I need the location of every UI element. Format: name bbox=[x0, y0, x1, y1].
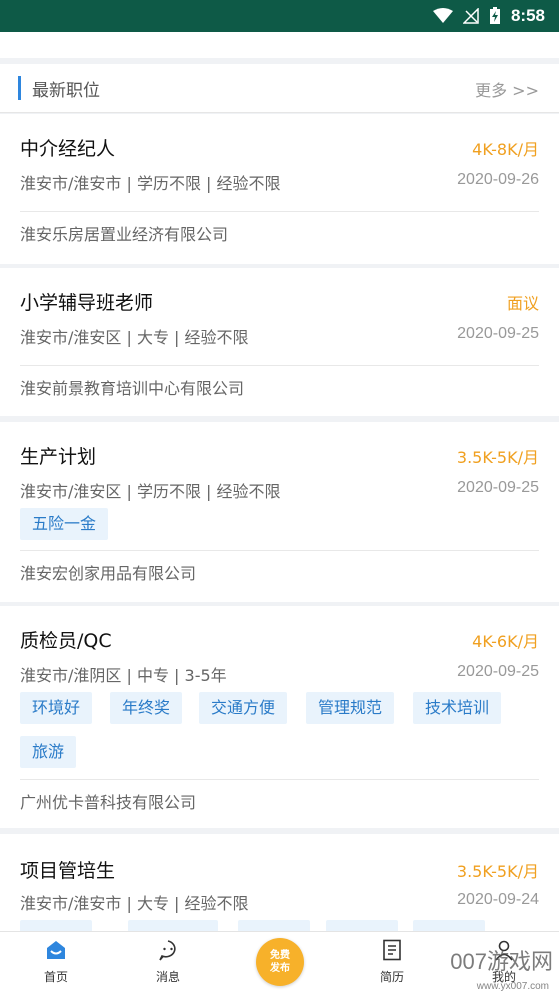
tab-messages[interactable]: 消息 bbox=[128, 932, 208, 994]
bottom-tab-bar: 首页 消息 免费 发布 简历 我的 007游戏网 www.yx007.com bbox=[0, 931, 559, 994]
job-card[interactable]: 中介经纪人 4K-8K/月 淮安市/淮安市 | 学历不限 | 经验不限 2020… bbox=[0, 114, 559, 264]
benefit-tag: 环境好 bbox=[20, 692, 93, 724]
watermark-url: www.yx007.com bbox=[476, 981, 549, 992]
company-name: 淮安前景教育培训中心有限公司 bbox=[20, 379, 245, 398]
job-salary: 4K-6K/月 bbox=[472, 632, 539, 651]
tab-label: 简历 bbox=[379, 970, 404, 984]
chat-icon bbox=[159, 940, 176, 961]
document-icon bbox=[383, 939, 401, 961]
wifi-icon bbox=[432, 8, 453, 23]
divider bbox=[20, 365, 539, 366]
company-name: 淮安宏创家用品有限公司 bbox=[20, 564, 197, 583]
job-card[interactable]: 生产计划 3.5K-5K/月 淮安市/淮安区 | 学历不限 | 经验不限 202… bbox=[0, 422, 559, 602]
job-title: 质检员/QC bbox=[20, 630, 112, 652]
benefit-tag: 五险一金 bbox=[20, 508, 109, 540]
job-salary: 面议 bbox=[506, 294, 539, 313]
section-accent-bar bbox=[18, 76, 21, 100]
benefit-tag: 管理规范 bbox=[306, 692, 395, 724]
benefit-tag: 技术培训 bbox=[413, 692, 502, 724]
job-date: 2020-09-24 bbox=[457, 891, 539, 908]
home-icon bbox=[47, 941, 65, 959]
job-meta: 淮安市/淮安区 | 学历不限 | 经验不限 bbox=[20, 482, 281, 501]
job-date: 2020-09-25 bbox=[457, 479, 539, 496]
status-time: 8:58 bbox=[510, 6, 545, 25]
more-link[interactable]: 更多 >> bbox=[475, 77, 539, 101]
tab-label: 消息 bbox=[155, 970, 180, 984]
job-meta: 淮安市/淮安区 | 大专 | 经验不限 bbox=[20, 328, 249, 347]
company-name: 广州优卡普科技有限公司 bbox=[20, 793, 197, 812]
no-signal-icon bbox=[462, 8, 479, 24]
section-header: 最新职位 更多 >> bbox=[0, 64, 559, 113]
job-date: 2020-09-26 bbox=[457, 171, 539, 188]
divider bbox=[20, 550, 539, 551]
tab-home[interactable]: 首页 bbox=[16, 932, 96, 994]
job-salary: 3.5K-5K/月 bbox=[456, 862, 539, 881]
company-name: 淮安乐房居置业经济有限公司 bbox=[20, 225, 229, 244]
free-publish-button[interactable]: 免费 发布 bbox=[256, 938, 304, 986]
job-title: 项目管培生 bbox=[20, 860, 116, 882]
job-meta: 淮安市/淮阴区 | 中专 | 3-5年 bbox=[20, 666, 227, 685]
job-title: 中介经纪人 bbox=[20, 138, 116, 160]
top-strip bbox=[0, 32, 559, 58]
watermark-brand: 007游戏网 bbox=[450, 949, 553, 974]
battery-charging-icon bbox=[489, 7, 500, 24]
job-card[interactable]: 小学辅导班老师 面议 淮安市/淮安区 | 大专 | 经验不限 2020-09-2… bbox=[0, 268, 559, 416]
divider bbox=[20, 211, 539, 212]
status-bar: 8:58 bbox=[0, 0, 559, 32]
job-meta: 淮安市/淮安市 | 学历不限 | 经验不限 bbox=[20, 174, 281, 193]
divider bbox=[20, 779, 539, 780]
job-date: 2020-09-25 bbox=[457, 663, 539, 680]
tab-resume[interactable]: 简历 bbox=[352, 932, 432, 994]
benefit-tag: 旅游 bbox=[20, 736, 77, 768]
job-title: 生产计划 bbox=[20, 446, 97, 468]
benefit-tag: 交通方便 bbox=[199, 692, 288, 724]
job-salary: 4K-8K/月 bbox=[472, 140, 539, 159]
tab-label: 首页 bbox=[43, 970, 68, 984]
publish-label-line2: 发布 bbox=[270, 963, 290, 974]
benefit-tag: 年终奖 bbox=[110, 692, 183, 724]
job-card[interactable]: 项目管培生 3.5K-5K/月 淮安市/淮安市 | 大专 | 经验不限 2020… bbox=[0, 834, 559, 934]
job-date: 2020-09-25 bbox=[457, 325, 539, 342]
section-title: 最新职位 bbox=[32, 81, 100, 101]
job-salary: 3.5K-5K/月 bbox=[456, 448, 539, 467]
job-title: 小学辅导班老师 bbox=[20, 292, 154, 314]
job-meta: 淮安市/淮安市 | 大专 | 经验不限 bbox=[20, 894, 249, 913]
job-card[interactable]: 质检员/QC 4K-6K/月 淮安市/淮阴区 | 中专 | 3-5年 2020-… bbox=[0, 606, 559, 828]
publish-label-line1: 免费 bbox=[270, 950, 290, 961]
